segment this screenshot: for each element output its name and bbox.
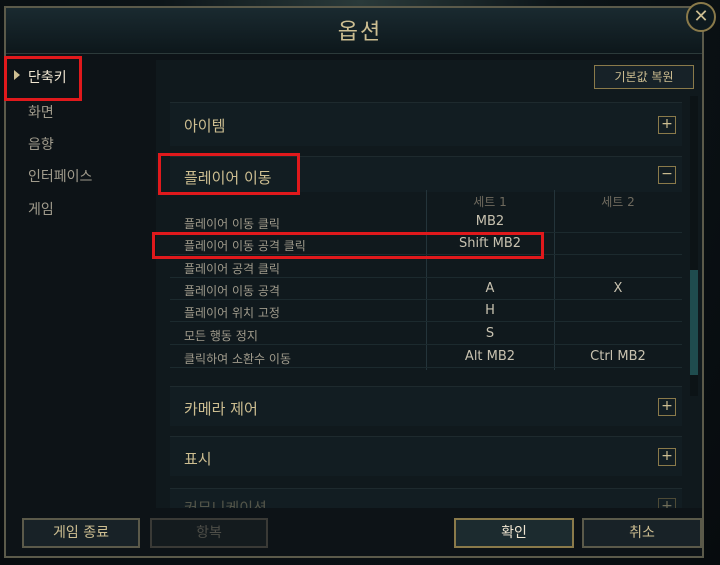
dialog-title: 옵션 <box>337 20 383 45</box>
section-cutoff-title: 커뮤니케이션 <box>184 499 267 508</box>
collapse-icon[interactable]: − <box>658 166 676 184</box>
section-camera[interactable]: 카메라 제어 + <box>170 386 682 426</box>
keybind-set1[interactable]: A <box>426 281 554 296</box>
surrender-button[interactable]: 항복 <box>150 518 268 548</box>
quit-game-button[interactable]: 게임 종료 <box>22 518 140 548</box>
expand-icon[interactable]: + <box>658 498 676 508</box>
keybind-set1[interactable]: S <box>426 326 554 341</box>
table-row: 플레이어 이동 클릭 MB2 <box>170 211 682 233</box>
ok-button[interactable]: 확인 <box>454 518 574 548</box>
sidebar-item-game[interactable]: 게임 <box>28 199 54 219</box>
section-display[interactable]: 표시 + <box>170 436 682 476</box>
highlight-movement-section <box>158 153 300 195</box>
column-header-set2: 세트 2 <box>601 195 635 209</box>
action-label: 플레이어 이동 클릭 <box>184 217 280 231</box>
keybind-set1[interactable]: Alt MB2 <box>426 349 554 364</box>
expand-icon[interactable]: + <box>658 116 676 134</box>
keybind-set2[interactable]: Ctrl MB2 <box>554 349 682 364</box>
highlight-attack-move-row <box>152 232 544 259</box>
action-label: 플레이어 위치 고정 <box>184 306 280 320</box>
section-items-title: 아이템 <box>184 117 226 135</box>
highlight-hotkeys <box>4 56 82 101</box>
sidebar-item-interface[interactable]: 인터페이스 <box>28 166 92 186</box>
keybind-set1[interactable]: H <box>426 303 554 318</box>
action-label: 플레이어 공격 클릭 <box>184 262 280 276</box>
expand-icon[interactable]: + <box>658 448 676 466</box>
section-items[interactable]: 아이템 + <box>170 102 682 146</box>
close-button[interactable]: ✕ <box>686 2 716 32</box>
section-camera-title: 카메라 제어 <box>184 400 258 418</box>
action-label: 클릭하여 소환수 이동 <box>184 352 291 366</box>
action-label: 플레이어 이동 공격 <box>184 284 280 298</box>
restore-defaults-button[interactable]: 기본값 복원 <box>594 65 694 89</box>
sidebar-item-video[interactable]: 화면 <box>28 102 54 122</box>
expand-icon[interactable]: + <box>658 398 676 416</box>
cancel-button[interactable]: 취소 <box>582 518 702 548</box>
table-row: 모든 행동 정지 S <box>170 323 682 345</box>
table-row: 클릭하여 소환수 이동 Alt MB2 Ctrl MB2 <box>170 346 682 368</box>
keybind-set2[interactable]: X <box>554 281 682 296</box>
table-row: 플레이어 위치 고정 H <box>170 300 682 322</box>
section-cutoff[interactable]: 커뮤니케이션 + <box>170 488 682 508</box>
sidebar-item-sound[interactable]: 음향 <box>28 134 54 154</box>
table-row: 플레이어 공격 클릭 <box>170 256 682 278</box>
column-header-set1: 세트 1 <box>473 195 507 209</box>
action-label: 모든 행동 정지 <box>184 329 258 343</box>
table-row: 플레이어 이동 공격 A X <box>170 278 682 300</box>
section-display-title: 표시 <box>184 450 212 468</box>
scrollbar-thumb[interactable] <box>690 270 698 375</box>
keybind-set1[interactable]: MB2 <box>426 214 554 229</box>
